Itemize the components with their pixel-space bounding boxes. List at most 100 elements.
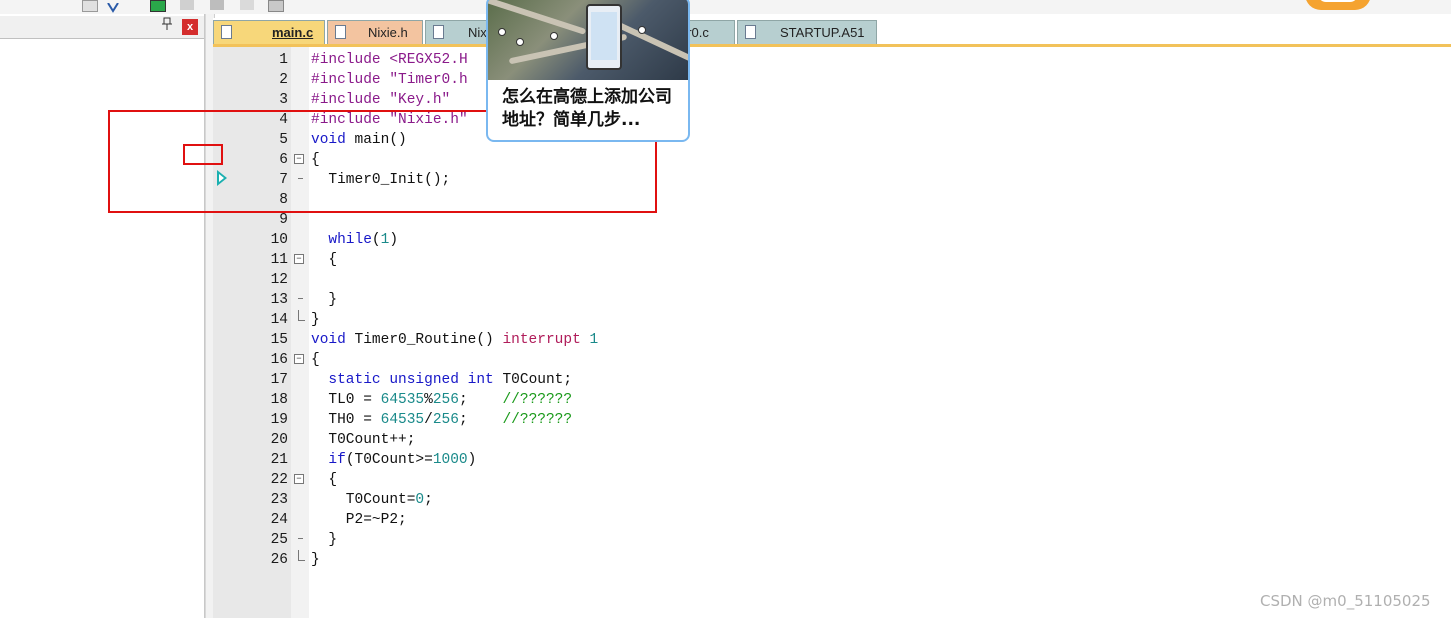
filter-icon[interactable]	[240, 0, 254, 10]
code-line: 10 while(1)	[213, 230, 1451, 250]
code-text: }	[311, 532, 338, 548]
code-token: //??????	[502, 412, 573, 428]
code-text: void Timer0_Routine() interrupt 1	[311, 330, 598, 350]
project-panel	[0, 14, 205, 618]
code-token: ;	[458, 392, 503, 408]
code-token: 1	[589, 332, 599, 348]
file-icon	[221, 25, 232, 39]
line-number: 11	[270, 252, 288, 268]
build-icon[interactable]	[150, 0, 166, 12]
code-text: }	[311, 312, 320, 328]
code-token: 64535	[380, 412, 425, 428]
line-number: 22	[270, 472, 288, 488]
popup-title[interactable]: 怎么在高德上添加公司地址？简单几步...	[502, 86, 682, 132]
tab-main-c[interactable]: main.c	[213, 20, 325, 44]
line-number: 9	[279, 212, 288, 228]
line-number: 12	[270, 272, 288, 288]
file-icon	[745, 25, 756, 39]
code-line: 26 }	[213, 550, 1451, 570]
line-number: 1	[279, 52, 288, 68]
close-panel-button[interactable]: x	[182, 19, 198, 35]
code-token: if	[328, 452, 346, 468]
code-line: 19 TH0 = 64535/256; //??????	[213, 410, 1451, 430]
code-token: "Key.h"	[389, 92, 451, 108]
code-token: Timer0_Routine()	[345, 332, 503, 348]
fold-collapse-icon[interactable]: −	[294, 254, 304, 264]
line-number: 21	[270, 452, 288, 468]
code-token: 256	[432, 392, 459, 408]
code-text: T0Count=0;	[311, 490, 433, 510]
pin-icon[interactable]	[160, 17, 174, 35]
line-number: 15	[270, 332, 288, 348]
code-line: 20 T0Count++;	[213, 430, 1451, 450]
code-text: }	[311, 292, 338, 308]
fold-collapse-icon[interactable]: −	[294, 354, 304, 364]
location-pin-icon	[638, 26, 646, 34]
popup-card[interactable]: 怎么在高德上添加公司地址？简单几步...	[486, 0, 690, 142]
code-token: /	[424, 412, 433, 428]
code-text: T0Count++;	[311, 432, 416, 448]
code-line: 25 }	[213, 530, 1451, 550]
location-pin-icon	[550, 32, 558, 40]
code-line: 12	[213, 270, 1451, 290]
code-token: %	[424, 392, 433, 408]
code-line: 1 #include <REGX52.H	[213, 50, 1451, 70]
code-text: if(T0Count>=1000)	[311, 450, 476, 470]
line-number: 23	[270, 492, 288, 508]
code-text: {	[311, 352, 320, 368]
line-number: 25	[270, 532, 288, 548]
tools-icon[interactable]	[106, 0, 120, 13]
code-token: TL0 =	[311, 392, 381, 408]
fold-end-marker	[298, 310, 305, 321]
code-line: 9	[213, 210, 1451, 230]
code-text: TH0 = 64535/256; //??????	[311, 410, 572, 430]
road-shape	[610, 19, 688, 63]
code-token: 1000	[432, 452, 468, 468]
line-number: 16	[270, 352, 288, 368]
code-line: 3 #include "Key.h"	[213, 90, 1451, 110]
code-text: TL0 = 64535%256; //??????	[311, 390, 572, 410]
code-token: 0	[415, 492, 425, 508]
tab-startup-a51[interactable]: STARTUP.A51	[737, 20, 877, 44]
code-token: #include	[311, 52, 390, 68]
tab-nixie-h[interactable]: Nixie.h	[327, 20, 423, 44]
editor-tabbar: main.c Nixie.h Nix er0.c STARTUP.A51	[213, 18, 1451, 44]
code-token: void	[311, 332, 346, 348]
watermark: CSDN @m0_51105025	[1260, 592, 1431, 610]
code-text: P2=~P2;	[311, 512, 407, 528]
code-token: while	[328, 232, 372, 248]
code-token: unsigned	[389, 372, 459, 388]
code-token: static	[328, 372, 381, 388]
map-image	[488, 0, 688, 80]
code-token: 256	[432, 412, 459, 428]
code-line: 21 if(T0Count>=1000)	[213, 450, 1451, 470]
dropdown-icon[interactable]	[82, 0, 98, 12]
code-token: TH0 =	[311, 412, 381, 428]
code-token: #include	[311, 92, 390, 108]
window-icon[interactable]	[180, 0, 194, 10]
tab-nix[interactable]: Nix	[425, 20, 487, 44]
code-text: {	[311, 472, 338, 488]
diamond-icon[interactable]	[210, 0, 224, 10]
toolbar	[0, 0, 1451, 14]
line-number: 10	[270, 232, 288, 248]
code-token: 64535	[380, 392, 425, 408]
line-number: 13	[270, 292, 288, 308]
code-token: ;	[424, 492, 433, 508]
layout-icon[interactable]	[268, 0, 284, 12]
tab-label: Nixie.h	[368, 25, 408, 40]
tab-label: main.c	[272, 25, 314, 40]
highlight-box-small	[183, 144, 223, 165]
code-token: T0Count;	[493, 372, 573, 388]
code-token: (T0Count>=	[345, 452, 433, 468]
code-text: while(1)	[311, 230, 398, 250]
fold-collapse-icon[interactable]: −	[294, 474, 304, 484]
line-number: 14	[270, 312, 288, 328]
line-number: 17	[270, 372, 288, 388]
code-line: 14 }	[213, 310, 1451, 330]
logo-badge-inner	[1318, 0, 1358, 2]
code-token: interrupt	[502, 332, 581, 348]
